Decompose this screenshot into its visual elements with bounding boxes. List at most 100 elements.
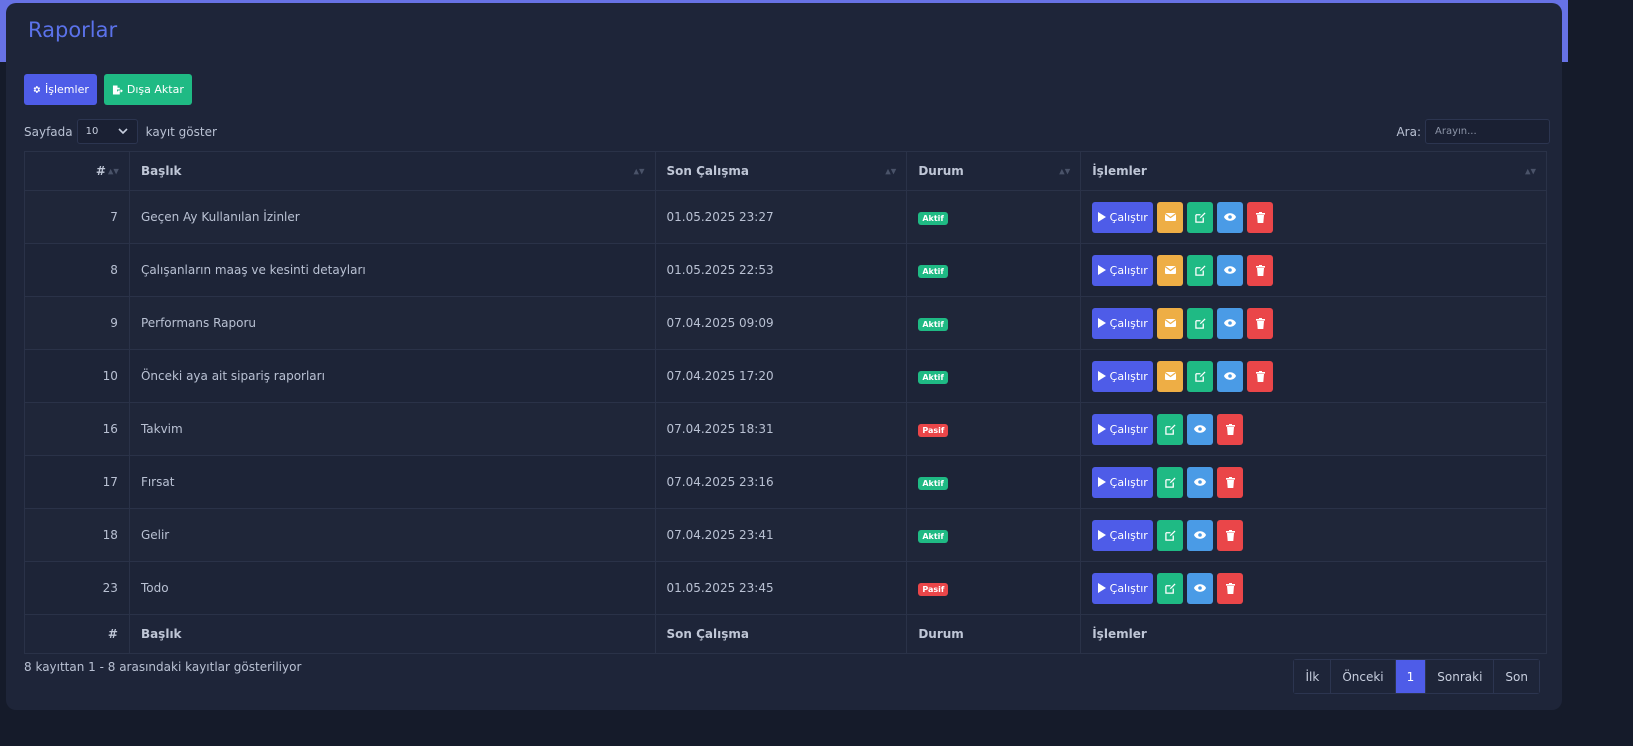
status-badge: Pasif — [918, 582, 949, 596]
delete-button[interactable] — [1217, 572, 1244, 604]
run-button[interactable]: Çalıştır — [1092, 466, 1154, 498]
column-header-status[interactable]: Durum ▴▾ — [906, 151, 1082, 191]
view-button[interactable] — [1217, 254, 1244, 286]
edit-button[interactable] — [1187, 254, 1214, 286]
eye-icon — [1194, 478, 1207, 486]
column-header-id[interactable]: # ▴▾ — [24, 151, 130, 191]
column-header-last-run[interactable]: Son Çalışma ▴▾ — [654, 151, 908, 191]
view-button[interactable] — [1187, 466, 1214, 498]
edit-button[interactable] — [1187, 201, 1214, 233]
delete-button[interactable] — [1217, 413, 1244, 445]
footer-actions: İşlemler — [1080, 614, 1547, 654]
sort-icon: ▴▾ — [885, 164, 897, 178]
edit-button[interactable] — [1157, 466, 1184, 498]
view-button[interactable] — [1217, 201, 1244, 233]
email-button[interactable] — [1157, 360, 1184, 392]
length-prefix: Sayfada — [24, 124, 73, 139]
play-icon — [1097, 424, 1106, 434]
page-first[interactable]: İlk — [1294, 660, 1331, 693]
page-previous[interactable]: Önceki — [1330, 660, 1395, 693]
edit-icon — [1194, 264, 1206, 276]
run-button[interactable]: Çalıştır — [1092, 413, 1154, 445]
row-status-cell: Aktif — [906, 296, 1082, 350]
edit-button[interactable] — [1187, 307, 1214, 339]
page-length-select[interactable]: 10 — [76, 119, 138, 144]
run-label: Çalıştır — [1109, 528, 1148, 542]
sort-icon: ▴▾ — [1059, 164, 1071, 178]
column-header-actions[interactable]: İşlemler ▴▾ — [1080, 151, 1547, 191]
view-button[interactable] — [1217, 307, 1244, 339]
table-row: 9 Performans Raporu 07.04.2025 09:09 Aktif Ç… — [24, 296, 1547, 350]
status-badge: Aktif — [918, 264, 948, 278]
eye-icon — [1194, 531, 1207, 539]
row-title: Todo — [128, 561, 656, 615]
page-last[interactable]: Son — [1493, 660, 1539, 693]
play-icon — [1097, 477, 1106, 487]
view-button[interactable] — [1187, 572, 1214, 604]
view-button[interactable] — [1187, 413, 1214, 445]
status-badge: Aktif — [918, 476, 948, 490]
delete-button[interactable] — [1247, 254, 1274, 286]
delete-button[interactable] — [1247, 307, 1274, 339]
view-button[interactable] — [1217, 360, 1244, 392]
delete-button[interactable] — [1217, 519, 1244, 551]
delete-button[interactable] — [1217, 466, 1244, 498]
delete-button[interactable] — [1247, 201, 1274, 233]
edit-icon — [1194, 370, 1206, 382]
run-label: Çalıştır — [1109, 422, 1148, 436]
trash-icon — [1255, 264, 1265, 276]
row-actions: Çalıştır — [1080, 296, 1547, 350]
email-button[interactable] — [1157, 307, 1184, 339]
eye-icon — [1224, 213, 1237, 221]
page-title: Raporlar — [28, 18, 118, 42]
column-header-title[interactable]: Başlık ▴▾ — [128, 151, 656, 191]
toolbar: İşlemler Dışa Aktar — [24, 74, 192, 105]
edit-button[interactable] — [1157, 413, 1184, 445]
run-button[interactable]: Çalıştır — [1092, 307, 1154, 339]
search-control: Ara: Arayın... — [1396, 119, 1550, 144]
row-last-run: 01.05.2025 23:27 — [654, 190, 908, 244]
table-row: 8 Çalışanların maaş ve kesinti detayları 0… — [24, 243, 1547, 297]
footer-id: # — [24, 614, 130, 654]
row-id: 7 — [24, 190, 130, 244]
run-label: Çalıştır — [1109, 316, 1148, 330]
edit-icon — [1194, 211, 1206, 223]
search-input[interactable]: Arayın... — [1425, 119, 1550, 144]
edit-button[interactable] — [1157, 572, 1184, 604]
row-id: 8 — [24, 243, 130, 297]
search-label: Ara: — [1396, 124, 1421, 139]
delete-button[interactable] — [1247, 360, 1274, 392]
table-row: 18 Gelir 07.04.2025 23:41 Aktif Çalıştır — [24, 508, 1547, 562]
trash-icon — [1225, 476, 1235, 488]
run-button[interactable]: Çalıştır — [1092, 572, 1154, 604]
eye-icon — [1224, 266, 1237, 274]
operations-button[interactable]: İşlemler — [24, 74, 97, 105]
row-title: Fırsat — [128, 455, 656, 509]
play-icon — [1097, 371, 1106, 381]
row-id: 18 — [24, 508, 130, 562]
view-button[interactable] — [1187, 519, 1214, 551]
page-current[interactable]: 1 — [1394, 660, 1426, 693]
trash-icon — [1225, 423, 1235, 435]
export-button[interactable]: Dışa Aktar — [103, 74, 192, 105]
reports-card: Raporlar İşlemler Dışa Aktar Sayfada 10 … — [6, 3, 1562, 710]
table-row: 10 Önceki aya ait sipariş raporları 07.04.… — [24, 349, 1547, 403]
run-button[interactable]: Çalıştır — [1092, 360, 1154, 392]
run-button[interactable]: Çalıştır — [1092, 201, 1154, 233]
email-button[interactable] — [1157, 201, 1184, 233]
edit-button[interactable] — [1187, 360, 1214, 392]
run-button[interactable]: Çalıştır — [1092, 519, 1154, 551]
eye-icon — [1194, 584, 1207, 592]
envelope-icon — [1164, 266, 1176, 274]
row-actions: Çalıştır — [1080, 561, 1547, 615]
play-icon — [1097, 212, 1106, 222]
page-next[interactable]: Sonraki — [1425, 660, 1494, 693]
sort-icon: ▴▾ — [107, 164, 119, 178]
run-button[interactable]: Çalıştır — [1092, 254, 1154, 286]
status-badge: Aktif — [918, 529, 948, 543]
status-badge: Pasif — [918, 423, 949, 437]
edit-button[interactable] — [1157, 519, 1184, 551]
row-title: Takvim — [128, 402, 656, 456]
row-id: 9 — [24, 296, 130, 350]
email-button[interactable] — [1157, 254, 1184, 286]
